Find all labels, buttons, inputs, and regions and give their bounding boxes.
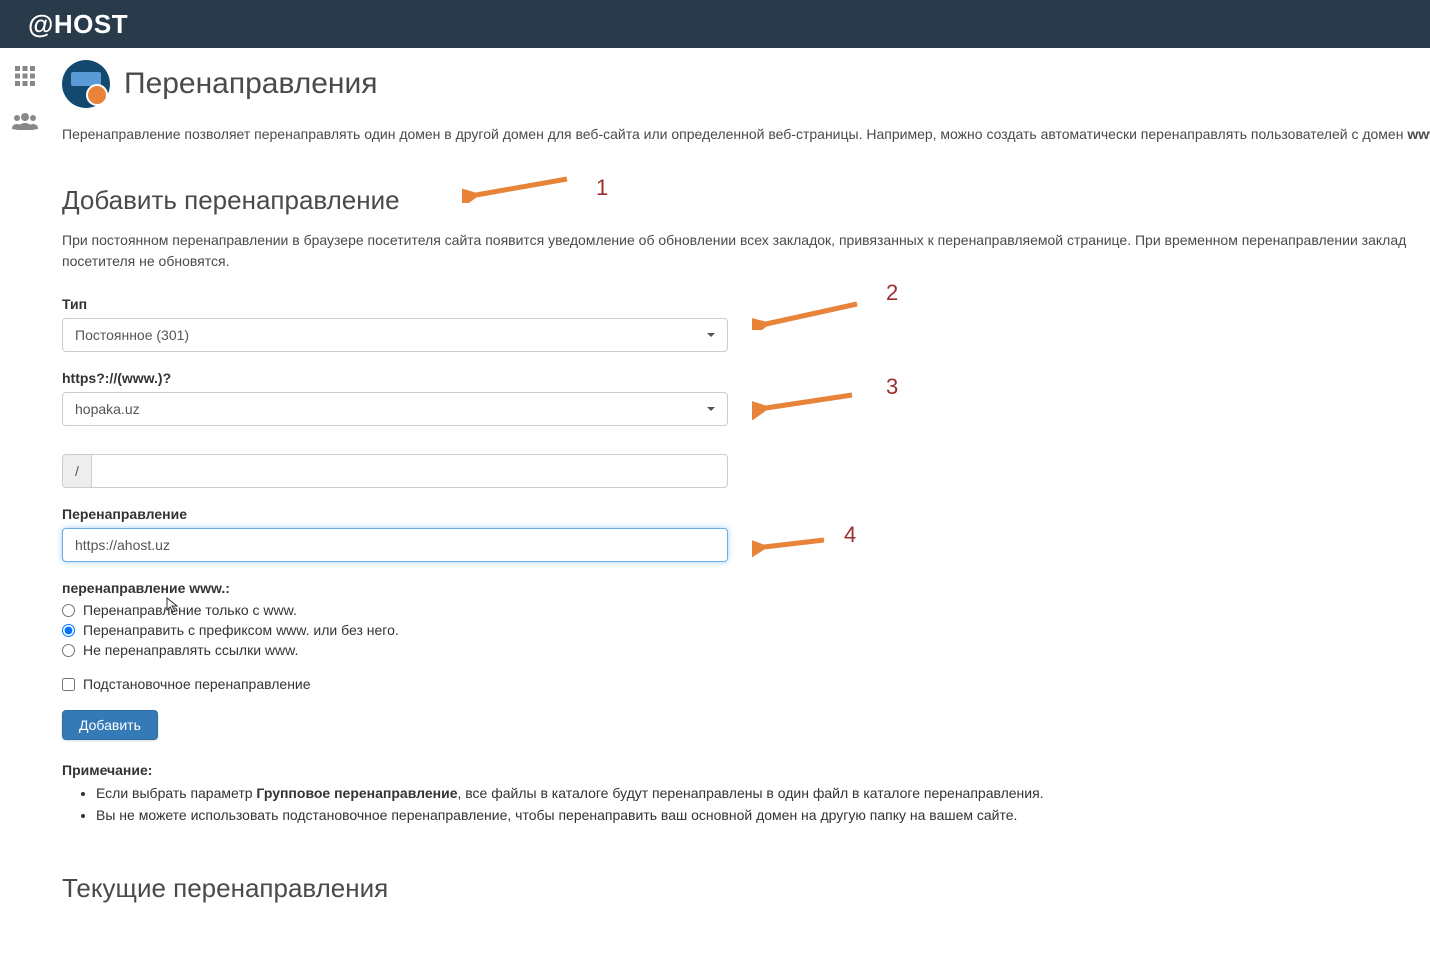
brand-logo: @HOST [28,9,128,40]
current-redirects-title: Текущие перенаправления [62,873,1430,904]
add-redirect-subtitle: При постоянном перенаправлении в браузер… [62,230,1430,272]
path-row: / [62,454,1430,488]
intro-bold: www.example.com [1407,126,1430,142]
page-header: Перенаправления [62,60,1430,108]
add-redirect-title: Добавить перенаправление [62,185,1430,216]
app-header: @HOST [0,0,1430,48]
note-text: , все файлы в каталоге будут перенаправл… [457,785,1043,801]
intro-part: Перенаправление позволяет перенаправлять… [62,126,1407,142]
redirect-input[interactable] [62,528,728,562]
radio-www-only[interactable]: Перенаправление только с www. [62,602,1430,618]
www-group: перенаправление www.: Перенаправление то… [62,580,1430,658]
redirect-row: Перенаправление 4 [62,506,1430,562]
page-title: Перенаправления [124,67,378,101]
grid-icon[interactable] [13,64,37,91]
annotation-4: 4 [752,530,856,560]
path-input[interactable] [91,454,728,488]
radio-input[interactable] [62,604,75,617]
add-button[interactable]: Добавить [62,710,158,740]
radio-label: Перенаправление только с www. [83,602,297,618]
wildcard-row[interactable]: Подстановочное перенаправление [62,676,1430,692]
sub-line: посетителя не обновятся. [62,253,229,269]
wildcard-label: Подстановочное перенаправление [83,676,311,692]
radio-www-none[interactable]: Не перенаправлять ссылки www. [62,642,1430,658]
path-group: / [62,454,728,488]
sub-line: При постоянном перенаправлении в браузер… [62,232,1406,248]
radio-input[interactable] [62,644,75,657]
wildcard-checkbox[interactable] [62,678,75,691]
domain-select[interactable]: hopaka.uz [62,392,728,426]
path-prefix: / [62,454,91,488]
type-row: Тип Постоянное (301) 2 [62,296,1430,352]
radio-label: Перенаправить с префиксом www. или без н… [83,622,399,638]
annotation-num: 4 [844,522,856,548]
note-item: Если выбрать параметр Групповое перенапр… [96,782,1430,804]
users-icon[interactable] [12,111,38,134]
note-bold: Групповое перенаправление [256,785,457,801]
type-select[interactable]: Постоянное (301) [62,318,728,352]
redirect-icon [62,60,110,108]
note-text: Если выбрать параметр [96,785,256,801]
radio-label: Не перенаправлять ссылки www. [83,642,298,658]
note-item: Вы не можете использовать подстановочное… [96,804,1430,826]
www-group-label: перенаправление www.: [62,580,1430,596]
type-label: Тип [62,296,1430,312]
content-area: Перенаправления Перенаправление позволяе… [50,48,1430,958]
https-label: https?://(www.)? [62,370,1430,386]
domain-row: https?://(www.)? hopaka.uz 3 [62,370,1430,426]
redirect-label: Перенаправление [62,506,1430,522]
intro-text: Перенаправление позволяет перенаправлять… [62,124,1430,145]
radio-input[interactable] [62,624,75,637]
sidebar [0,48,50,958]
layout: Перенаправления Перенаправление позволяе… [0,48,1430,958]
radio-www-both[interactable]: Перенаправить с префиксом www. или без н… [62,622,1430,638]
annotation-3: 3 [752,390,898,420]
notes-list: Если выбрать параметр Групповое перенапр… [62,782,1430,827]
note-label: Примечание: [62,762,1430,778]
